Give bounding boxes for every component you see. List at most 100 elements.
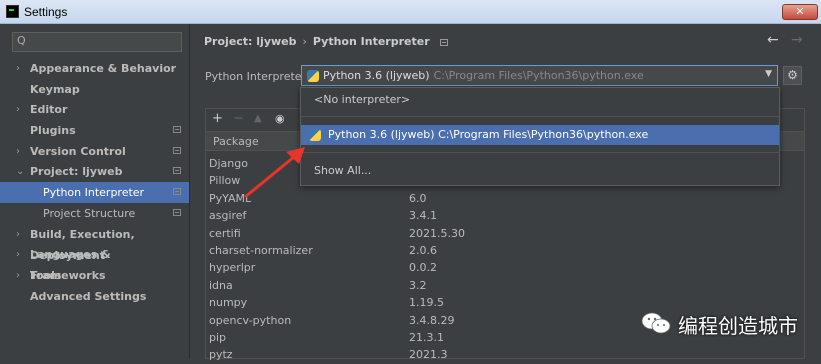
package-name: PyYAML: [209, 191, 252, 205]
table-row[interactable]: PyYAML 6.0: [206, 190, 804, 207]
forward-arrow-icon[interactable]: →: [791, 32, 803, 48]
table-row[interactable]: asgiref 3.4.1: [206, 207, 804, 224]
package-name: hyperlpr: [209, 261, 256, 275]
dropdown-separator: [301, 116, 779, 117]
breadcrumb-separator: ›: [302, 35, 307, 48]
package-name: pip: [209, 331, 227, 344]
breadcrumb: Project: ljyweb › Python Interpreter: [204, 35, 448, 48]
python-icon: [307, 70, 319, 82]
chevron-right-icon[interactable]: ›: [16, 141, 20, 162]
sidebar-item-label: Advanced Settings: [30, 290, 147, 303]
breadcrumb-project[interactable]: Project: ljyweb: [204, 35, 297, 48]
package-name: idna: [209, 278, 233, 292]
dropdown-item-no-interpreter[interactable]: <No interpreter>: [301, 90, 779, 110]
sidebar-item-project-structure[interactable]: Project Structure: [0, 203, 189, 224]
package-name: certifi: [209, 226, 241, 240]
package-version: 3.4.1: [409, 209, 437, 223]
sidebar-item-project[interactable]: ⌄ Project: ljyweb: [0, 161, 189, 182]
remove-package-icon[interactable]: −: [233, 111, 244, 126]
project-scope-icon: [173, 147, 181, 154]
package-name: numpy: [209, 296, 248, 310]
window-close-button[interactable]: ✕: [782, 4, 818, 20]
python-interpreter-select[interactable]: Python 3.6 (ljyweb) C:\Program Files\Pyth…: [301, 65, 778, 86]
chevron-down-icon[interactable]: ⌄: [16, 161, 24, 182]
sidebar-item-tools[interactable]: › Tools: [0, 265, 189, 286]
sidebar-item-python-interpreter[interactable]: Python Interpreter: [0, 182, 189, 203]
pycharm-app-icon: [6, 5, 19, 18]
sidebar-item-keymap[interactable]: Keymap: [0, 79, 189, 100]
wechat-icon: [641, 312, 671, 334]
package-version: 6.0: [409, 191, 427, 205]
dropdown-item-python36[interactable]: Python 3.6 (ljyweb) C:\Program Files\Pyt…: [301, 125, 779, 145]
project-scope-icon: [173, 209, 181, 216]
package-version: 21.3.1: [409, 331, 444, 344]
sidebar-item-editor[interactable]: › Editor: [0, 99, 189, 120]
sidebar-item-label: Project Structure: [43, 207, 136, 220]
dropdown-item-label: <No interpreter>: [314, 93, 411, 106]
chevron-right-icon[interactable]: ›: [16, 58, 20, 79]
package-version: 1.19.5: [409, 296, 444, 310]
chevron-right-icon[interactable]: ›: [16, 244, 20, 265]
dropdown-item-label: Show All...: [314, 164, 372, 177]
column-header-label: Package: [213, 135, 259, 148]
sidebar-item-build-execution-deployment[interactable]: › Build, Execution, Deployment: [0, 224, 189, 262]
package-name: Pillow: [209, 174, 241, 188]
sidebar-item-label: Project: ljyweb: [30, 165, 123, 178]
interpreter-settings-gear-button[interactable]: ⚙: [783, 66, 802, 85]
settings-sidebar: Q › Appearance & Behavior Keymap › Edito…: [0, 24, 190, 359]
watermark-text: 编程创造城市: [678, 314, 798, 338]
project-scope-icon: [173, 188, 181, 195]
package-name: charset-normalizer: [209, 244, 313, 257]
python-icon: [309, 129, 321, 141]
table-row[interactable]: certifi 2021.5.30: [206, 225, 804, 242]
sidebar-item-label: Keymap: [30, 83, 80, 96]
sidebar-item-label: Appearance & Behavior: [30, 62, 177, 75]
eye-icon[interactable]: ◉: [275, 112, 285, 125]
package-version: 2021.3: [409, 348, 448, 362]
breadcrumb-page: Python Interpreter: [312, 35, 430, 48]
sidebar-item-appearance-behavior[interactable]: › Appearance & Behavior: [0, 58, 189, 79]
sidebar-item-label: Version Control: [30, 145, 126, 158]
chevron-right-icon[interactable]: ›: [16, 265, 20, 286]
package-name: opencv-python: [209, 313, 292, 327]
chevron-right-icon[interactable]: ›: [16, 224, 20, 245]
dropdown-item-show-all[interactable]: Show All...: [301, 161, 779, 181]
wechat-watermark: 编程创造城市: [640, 309, 810, 338]
sidebar-item-version-control[interactable]: › Version Control: [0, 141, 189, 162]
package-version: 3.4.8.29: [409, 313, 455, 327]
dropdown-separator: [301, 152, 779, 153]
project-scope-icon: [439, 38, 448, 46]
package-version: 0.0.2: [409, 261, 437, 275]
package-name: pytz: [209, 348, 233, 362]
back-arrow-icon[interactable]: ←: [767, 32, 779, 48]
package-version: 2.0.6: [409, 244, 437, 257]
interpreter-name: Python 3.6 (ljyweb): [323, 69, 430, 82]
table-row[interactable]: pytz 2021.3: [206, 346, 804, 363]
sidebar-item-label: Plugins: [30, 124, 76, 137]
package-name: Django: [209, 157, 248, 170]
chevron-right-icon[interactable]: ›: [16, 99, 20, 120]
upgrade-package-icon[interactable]: ▲: [254, 113, 262, 124]
sidebar-item-languages-frameworks[interactable]: › Languages & Frameworks: [0, 244, 189, 282]
table-row[interactable]: hyperlpr 0.0.2: [206, 259, 804, 276]
sidebar-item-label: Editor: [30, 103, 68, 116]
interpreter-dropdown-popup: <No interpreter> Python 3.6 (ljyweb) C:\…: [300, 87, 780, 186]
interpreter-path: C:\Program Files\Python36\python.exe: [433, 69, 644, 82]
settings-search-box[interactable]: Q: [12, 32, 182, 52]
search-icon: Q: [17, 34, 26, 47]
project-scope-icon: [173, 126, 181, 133]
package-version: 3.2: [409, 278, 427, 292]
sidebar-item-plugins[interactable]: Plugins: [0, 120, 189, 141]
add-package-icon[interactable]: +: [212, 111, 223, 126]
dropdown-item-label: Python 3.6 (ljyweb) C:\Program Files\Pyt…: [328, 128, 649, 141]
table-row[interactable]: charset-normalizer 2.0.6: [206, 242, 804, 259]
package-version: 2021.5.30: [409, 226, 465, 240]
window-title: Settings: [24, 5, 68, 19]
dropdown-arrow-icon[interactable]: ▼: [765, 69, 772, 79]
sidebar-item-advanced-settings[interactable]: Advanced Settings: [0, 286, 189, 307]
python-interpreter-label: Python Interpreter:: [205, 70, 310, 83]
table-row[interactable]: idna 3.2: [206, 277, 804, 294]
settings-search-input[interactable]: [35, 35, 175, 49]
sidebar-item-label: Tools: [30, 269, 62, 282]
project-scope-icon: [173, 167, 181, 174]
